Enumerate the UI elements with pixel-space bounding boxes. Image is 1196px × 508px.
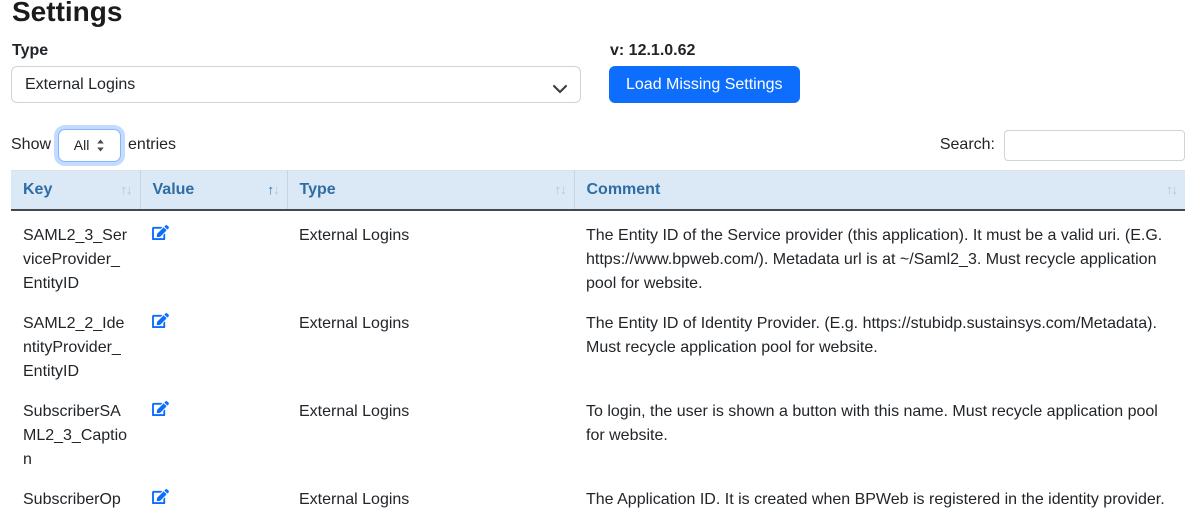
search-label: Search: bbox=[940, 136, 995, 154]
edit-icon bbox=[152, 228, 169, 243]
column-header-label: Type bbox=[300, 181, 336, 198]
table-row: SAML2_2_IdentityProvider_EntityID Extern… bbox=[11, 299, 1185, 387]
table-row: SubscriberSAML2_3_Caption External Login… bbox=[11, 387, 1185, 475]
settings-table: Key ↑↓ Value ↑↓ Type ↑↓ Comment ↑↓ SAML2… bbox=[11, 170, 1185, 508]
setting-key: SubscriberSAML2_3_Caption bbox=[11, 387, 140, 475]
setting-comment: To login, the user is shown a button wit… bbox=[574, 387, 1185, 475]
column-header-type[interactable]: Type ↑↓ bbox=[287, 171, 574, 211]
page-title: Settings bbox=[12, 0, 1185, 28]
setting-type: External Logins bbox=[287, 475, 574, 508]
entries-select-value: All bbox=[74, 137, 90, 153]
table-row: SAML2_3_ServiceProvider_EntityID Externa… bbox=[11, 210, 1185, 299]
filter-row: Type External Logins v: 12.1.0.62 Load M… bbox=[11, 42, 1185, 103]
edit-icon bbox=[152, 316, 169, 331]
up-down-arrows-icon bbox=[96, 139, 105, 152]
table-row: SubscriberOpenIDConnect_1_ External Logi… bbox=[11, 475, 1185, 508]
load-missing-settings-button[interactable]: Load Missing Settings bbox=[609, 66, 800, 103]
setting-key: SubscriberOpenIDConnect_1_ bbox=[11, 475, 140, 508]
settings-page: Settings Type External Logins v: 12.1.0.… bbox=[0, 0, 1196, 508]
edit-value-button[interactable] bbox=[152, 401, 169, 416]
setting-value-cell bbox=[140, 299, 287, 387]
table-controls: Show All entries Search: bbox=[11, 128, 1185, 162]
version-group: v: 12.1.0.62 Load Missing Settings bbox=[609, 42, 800, 103]
column-header-value[interactable]: Value ↑↓ bbox=[140, 171, 287, 211]
type-filter-group: Type External Logins bbox=[11, 42, 581, 103]
setting-type: External Logins bbox=[287, 387, 574, 475]
show-label: Show bbox=[11, 136, 51, 154]
setting-type: External Logins bbox=[287, 210, 574, 299]
setting-type: External Logins bbox=[287, 299, 574, 387]
search-control: Search: bbox=[940, 130, 1185, 161]
search-input[interactable] bbox=[1004, 130, 1185, 161]
type-select[interactable]: External Logins bbox=[11, 66, 581, 103]
setting-value-cell bbox=[140, 475, 287, 508]
setting-value-cell bbox=[140, 210, 287, 299]
setting-value-cell bbox=[140, 387, 287, 475]
version-text: v: 12.1.0.62 bbox=[610, 42, 800, 60]
column-header-comment[interactable]: Comment ↑↓ bbox=[574, 171, 1185, 211]
entries-label: entries bbox=[128, 136, 176, 154]
type-select-value: External Logins bbox=[25, 76, 135, 94]
column-header-key[interactable]: Key ↑↓ bbox=[11, 171, 140, 211]
edit-icon bbox=[152, 404, 169, 419]
sort-icons: ↑↓ bbox=[1166, 182, 1177, 197]
edit-value-button[interactable] bbox=[152, 225, 169, 240]
entries-select[interactable]: All bbox=[58, 129, 121, 162]
sort-icons: ↑↓ bbox=[268, 182, 279, 197]
page-length-control: Show All entries bbox=[11, 129, 176, 162]
setting-comment: The Application ID. It is created when B… bbox=[574, 475, 1185, 508]
edit-value-button[interactable] bbox=[152, 313, 169, 328]
column-header-label: Value bbox=[153, 181, 195, 198]
sort-icons: ↑↓ bbox=[555, 182, 566, 197]
type-label: Type bbox=[12, 42, 581, 60]
setting-comment: The Entity ID of the Service provider (t… bbox=[574, 210, 1185, 299]
setting-key: SAML2_2_IdentityProvider_EntityID bbox=[11, 299, 140, 387]
edit-value-button[interactable] bbox=[152, 489, 169, 504]
column-header-label: Key bbox=[23, 181, 52, 198]
sort-icons: ↑↓ bbox=[121, 182, 132, 197]
table-header-row: Key ↑↓ Value ↑↓ Type ↑↓ Comment ↑↓ bbox=[11, 171, 1185, 211]
column-header-label: Comment bbox=[587, 181, 661, 198]
setting-key: SAML2_3_ServiceProvider_EntityID bbox=[11, 210, 140, 299]
chevron-down-icon bbox=[553, 81, 567, 99]
setting-comment: The Entity ID of Identity Provider. (E.g… bbox=[574, 299, 1185, 387]
edit-icon bbox=[152, 492, 169, 507]
